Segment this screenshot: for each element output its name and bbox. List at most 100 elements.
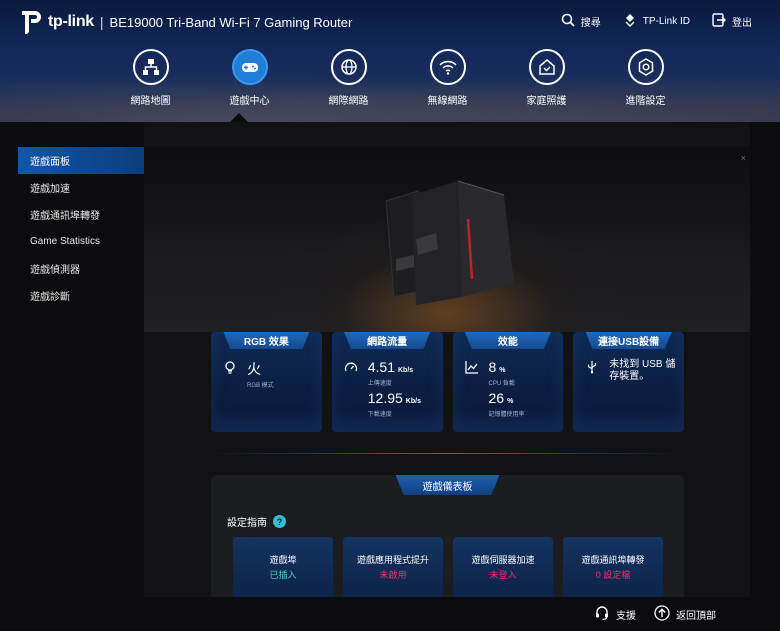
app-root: tp-link | BE19000 Tri-Band Wi-Fi 7 Gamin… <box>0 0 780 631</box>
header: tp-link | BE19000 Tri-Band Wi-Fi 7 Gamin… <box>0 0 780 122</box>
nav-network-map[interactable]: 網路地圖 <box>101 49 200 107</box>
step-server-accel[interactable]: 遊戲伺服器加速 未登入 <box>453 537 553 597</box>
tplink-id-icon <box>623 13 637 30</box>
arrow-up-circle-icon <box>654 604 670 624</box>
headset-icon <box>594 605 610 624</box>
panel-title: 遊戲儀表板 <box>395 475 500 495</box>
right-margin <box>750 122 780 631</box>
sidebar-item-game-detector[interactable]: 遊戲偵測器 <box>18 255 144 282</box>
active-nav-pointer <box>230 113 248 122</box>
nav-home-care[interactable]: 家庭照護 <box>497 49 596 107</box>
logout-button[interactable]: 登出 <box>712 13 752 30</box>
rgb-mode-value: 火 <box>247 361 261 377</box>
step-game-port[interactable]: 遊戲埠 已插入 <box>233 537 333 597</box>
network-traffic-card[interactable]: 網路流量 4.51 Kb/s 上傳速度 12.95 Kb/s 下載速度 <box>331 332 443 432</box>
performance-card[interactable]: 效能 8% CPU 負載 26% 記憶體使用率 <box>452 332 564 432</box>
step-status: 0 設定檔 <box>595 570 631 580</box>
memory-metric: 26% 記憶體使用率 <box>489 390 525 418</box>
help-icon[interactable]: ? <box>273 515 286 528</box>
router-hero-banner: × <box>144 147 750 332</box>
rgb-effect-card[interactable]: RGB 效果 火 RGB 模式 <box>211 332 322 432</box>
logo-separator: | <box>99 14 104 30</box>
step-title: 遊戲應用程式提升 <box>356 555 429 565</box>
gear-icon <box>627 49 664 85</box>
home-care-icon <box>528 49 565 85</box>
sidebar-item-game-statistics[interactable]: Game Statistics <box>18 228 144 255</box>
memory-label: 記憶體使用率 <box>488 412 525 418</box>
nav-game-center[interactable]: 遊戲中心 <box>200 49 299 107</box>
cpu-metric: 8% CPU 負載 <box>489 359 515 387</box>
upload-metric: 4.51 Kb/s 上傳速度 <box>368 359 413 387</box>
upload-unit: Kb/s <box>398 367 414 374</box>
section-divider <box>211 453 684 454</box>
logo[interactable]: tp-link | BE19000 Tri-Band Wi-Fi 7 Gamin… <box>16 8 352 36</box>
support-button[interactable]: 支援 <box>594 605 636 624</box>
nav-internet[interactable]: 網際網路 <box>299 49 398 107</box>
setup-guide-label: 設定指南 <box>227 518 267 529</box>
cpu-label: CPU 負載 <box>488 381 515 387</box>
wifi-icon <box>429 49 466 85</box>
logo-text: tp-link <box>48 13 94 30</box>
step-status: 未登入 <box>489 570 517 580</box>
setup-steps: 遊戲埠 已插入 遊戲應用程式提升 未啟用 遊戲伺服器加速 未登入 遊戲通訊埠轉發… <box>233 537 663 597</box>
product-name: BE19000 Tri-Band Wi-Fi 7 Gaming Router <box>109 14 353 30</box>
setup-guide: 設定指南 ? <box>227 514 286 529</box>
speedometer-icon <box>344 360 358 374</box>
download-metric: 12.95 Kb/s 下載速度 <box>368 390 421 418</box>
globe-icon <box>330 49 367 85</box>
main-nav: 網路地圖 遊戲中心 網際網路 無線網路 家庭照護 進階設定 <box>101 49 695 107</box>
usb-icon <box>585 360 599 374</box>
nav-label: 進階設定 <box>625 96 666 107</box>
support-label: 支援 <box>616 610 636 622</box>
download-label: 下載速度 <box>367 412 392 418</box>
search-button[interactable]: 搜尋 <box>561 13 601 30</box>
step-status: 未啟用 <box>379 570 407 580</box>
logout-label: 登出 <box>732 18 752 29</box>
card-title: RGB 效果 <box>223 332 310 349</box>
main-content: × RGB 效果 火 RGB 模式 網路流量 4.51 Kb/s 上傳速度 12… <box>144 122 750 597</box>
tplink-id-label: TP-Link ID <box>642 16 690 27</box>
rgb-mode-label: RGB 模式 <box>247 383 274 389</box>
search-label: 搜尋 <box>580 18 601 29</box>
nav-label: 網際網路 <box>328 96 369 107</box>
download-unit: Kb/s <box>405 398 421 405</box>
nav-wireless[interactable]: 無線網路 <box>398 49 497 107</box>
network-map-icon <box>132 49 169 85</box>
left-margin <box>0 122 18 631</box>
top-actions: 搜尋 TP-Link ID 登出 <box>561 13 752 30</box>
lightbulb-icon <box>223 360 237 374</box>
memory-value: 26 <box>488 390 505 406</box>
memory-unit: % <box>507 398 514 405</box>
nav-label: 網路地圖 <box>130 96 171 107</box>
step-title: 遊戲伺服器加速 <box>471 555 535 565</box>
card-title: 效能 <box>464 332 551 349</box>
back-to-top-label: 返回頂部 <box>676 610 716 622</box>
step-app-boost[interactable]: 遊戲應用程式提升 未啟用 <box>343 537 443 597</box>
sidebar-item-game-boost[interactable]: 遊戲加速 <box>18 174 144 201</box>
sidebar-item-port-forwarding[interactable]: 遊戲通訊埠轉發 <box>18 201 144 228</box>
upload-label: 上傳速度 <box>367 381 392 387</box>
search-icon <box>561 13 575 30</box>
step-port-forwarding[interactable]: 遊戲通訊埠轉發 0 設定檔 <box>563 537 663 597</box>
card-title: 連接USB設備 <box>585 332 672 349</box>
sidebar-item-game-dashboard[interactable]: 遊戲面板 <box>18 147 144 174</box>
gamepad-icon <box>231 49 268 85</box>
tplink-id-button[interactable]: TP-Link ID <box>623 13 690 30</box>
logout-icon <box>712 13 726 30</box>
cpu-unit: % <box>499 367 506 374</box>
nav-label: 家庭照護 <box>526 96 567 107</box>
footer: 支援 返回頂部 <box>144 597 750 631</box>
sidebar-item-game-diagnosis[interactable]: 遊戲診斷 <box>18 282 144 309</box>
router-image <box>385 180 514 305</box>
back-to-top-button[interactable]: 返回頂部 <box>654 604 716 624</box>
status-cards: RGB 效果 火 RGB 模式 網路流量 4.51 Kb/s 上傳速度 12.9… <box>211 332 684 432</box>
nav-label: 無線網路 <box>427 96 468 107</box>
nav-advanced[interactable]: 進階設定 <box>596 49 695 107</box>
usb-status-text: 未找到 USB 儲存裝置。 <box>609 359 676 382</box>
hero-close-icon[interactable]: × <box>741 153 746 163</box>
game-dashboard-panel: 遊戲儀表板 設定指南 ? 遊戲埠 已插入 遊戲應用程式提升 未啟用 遊戲伺服器加… <box>211 475 684 597</box>
cpu-value: 8 <box>488 359 497 375</box>
usb-device-card[interactable]: 連接USB設備 未找到 USB 儲存裝置。 <box>573 332 684 432</box>
step-title: 遊戲埠 <box>269 555 297 565</box>
